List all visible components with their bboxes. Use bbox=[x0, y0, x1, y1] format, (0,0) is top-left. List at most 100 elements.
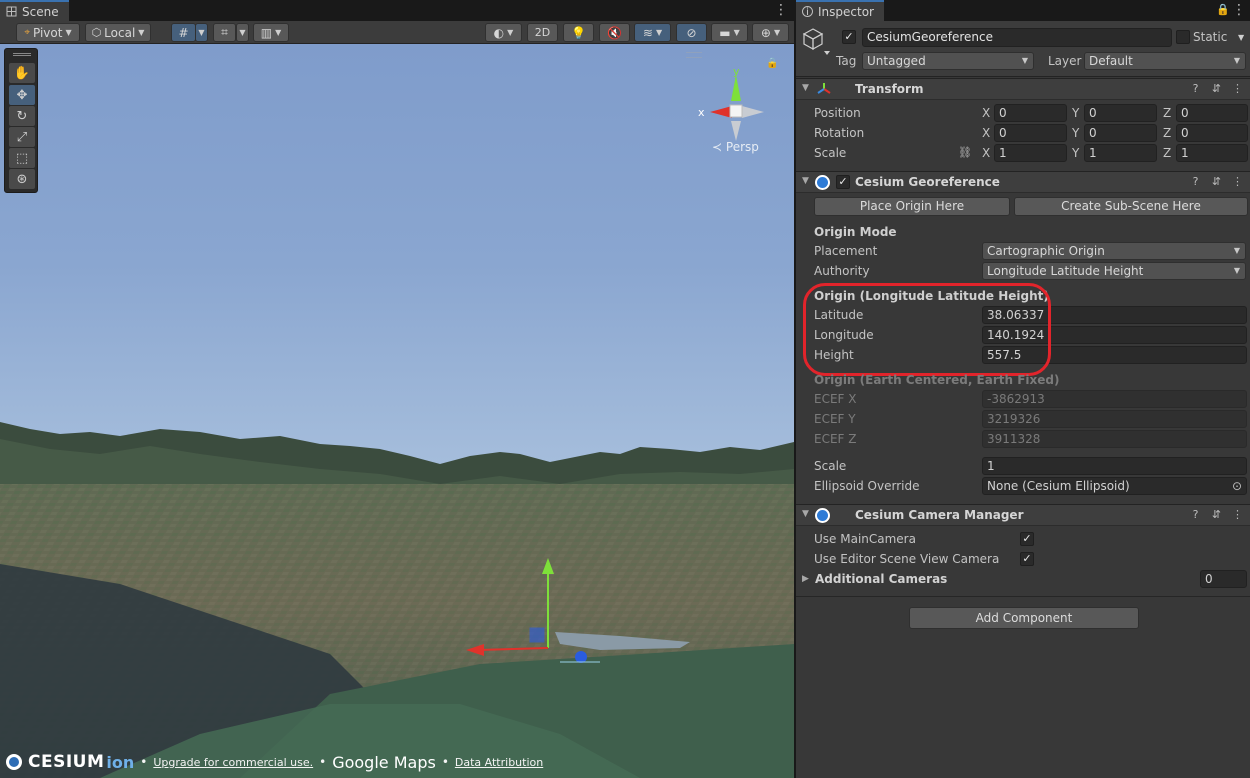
constrain-proportions-link-icon[interactable]: ⛓ bbox=[958, 146, 972, 159]
pivot-dropdown[interactable]: ⌖ Pivot ▼ bbox=[16, 23, 80, 42]
tag-dropdown[interactable]: Untagged ▼ bbox=[862, 52, 1034, 70]
georeference-component-header[interactable]: ▼ ✓ Cesium Georeference ? ⇵ ⋮ bbox=[796, 171, 1250, 193]
use-main-camera-checkbox[interactable]: ✓ bbox=[1020, 532, 1034, 546]
chevron-down-icon: ▼ bbox=[733, 28, 740, 37]
ellipsoid-override-field[interactable]: None (Cesium Ellipsoid) ⊙ bbox=[982, 477, 1247, 495]
gizmo-neg-y-cone[interactable] bbox=[731, 121, 741, 141]
grid-visibility-dropdown[interactable]: ▥ ▼ bbox=[253, 23, 289, 42]
component-menu-icon[interactable]: ⋮ bbox=[1231, 175, 1244, 189]
tab-scene[interactable]: Scene bbox=[0, 0, 69, 21]
placement-dropdown[interactable]: Cartographic Origin ▼ bbox=[982, 242, 1246, 260]
lock-icon[interactable]: 🔒 bbox=[1216, 3, 1230, 18]
inspector-options-menu-icon[interactable]: ⋮ bbox=[1232, 3, 1246, 18]
rotation-y-field[interactable]: 0 bbox=[1084, 124, 1157, 142]
use-editor-camera-checkbox[interactable]: ✓ bbox=[1020, 552, 1034, 566]
game-object-active-checkbox[interactable]: ✓ bbox=[842, 30, 856, 44]
transform-component-header[interactable]: ▼ Transform ? ⇵ ⋮ bbox=[796, 78, 1250, 100]
position-z-field[interactable]: 0 bbox=[1176, 104, 1248, 122]
increment-snap-dropdown[interactable]: ▼ bbox=[236, 23, 249, 42]
scale-y-field[interactable]: 1 bbox=[1084, 144, 1157, 162]
chevron-down-icon: ▼ bbox=[65, 28, 72, 37]
foldout-arrow-icon[interactable]: ▼ bbox=[802, 509, 809, 519]
gizmos-dropdown[interactable]: ⊕ ▼ bbox=[752, 23, 789, 42]
lighting-toggle[interactable]: 💡 bbox=[563, 23, 594, 42]
camera-manager-title: Cesium Camera Manager bbox=[855, 508, 1024, 522]
game-object-cube-icon[interactable] bbox=[802, 27, 830, 57]
add-component-button[interactable]: Add Component bbox=[909, 607, 1139, 629]
tab-inspector[interactable]: i Inspector bbox=[796, 0, 884, 21]
georeference-scale-label: Scale bbox=[814, 459, 847, 473]
foldout-arrow-icon[interactable]: ▼ bbox=[802, 176, 809, 186]
camera-manager-component-header[interactable]: ▼ Cesium Camera Manager ? ⇵ ⋮ bbox=[796, 504, 1250, 526]
scale-z-field[interactable]: 1 bbox=[1176, 144, 1248, 162]
upgrade-link[interactable]: Upgrade for commercial use. bbox=[153, 756, 313, 769]
camera-settings-dropdown[interactable]: ▬ ▼ bbox=[711, 23, 748, 42]
additional-cameras-label[interactable]: Additional Cameras bbox=[815, 572, 947, 586]
scene-options-menu-icon[interactable]: ⋮ bbox=[774, 3, 788, 18]
preset-sliders-icon[interactable]: ⇵ bbox=[1210, 82, 1223, 96]
separator-dot: • bbox=[441, 755, 449, 769]
preset-sliders-icon[interactable]: ⇵ bbox=[1210, 508, 1223, 522]
latitude-label: Latitude bbox=[814, 308, 864, 322]
foldout-arrow-icon[interactable]: ▼ bbox=[802, 83, 809, 93]
gizmo-center-cube[interactable] bbox=[729, 104, 743, 118]
help-icon[interactable]: ? bbox=[1189, 82, 1202, 96]
gizmo-x-cone[interactable] bbox=[710, 106, 732, 118]
component-menu-icon[interactable]: ⋮ bbox=[1231, 508, 1244, 522]
authority-label: Authority bbox=[814, 264, 870, 278]
georeference-enabled-checkbox[interactable]: ✓ bbox=[836, 175, 850, 189]
shading-mode-dropdown[interactable]: ◐ ▼ bbox=[485, 23, 522, 42]
authority-dropdown[interactable]: Longitude Latitude Height ▼ bbox=[982, 262, 1246, 280]
help-icon[interactable]: ? bbox=[1189, 175, 1202, 189]
palette-drag-handle[interactable] bbox=[13, 53, 31, 56]
create-sub-scene-here-button[interactable]: Create Sub-Scene Here bbox=[1014, 197, 1248, 216]
height-field[interactable]: 557.5 bbox=[982, 346, 1247, 364]
gizmo-neg-x-cone[interactable] bbox=[742, 106, 764, 118]
ecef-x-field: -3862913 bbox=[982, 390, 1247, 408]
increment-snap-toggle[interactable]: ⌗ bbox=[213, 23, 236, 42]
game-object-header: ✓ CesiumGeoreference Static ▼ Tag Untagg… bbox=[796, 21, 1250, 77]
scale-x-field[interactable]: 1 bbox=[994, 144, 1067, 162]
object-picker-icon[interactable]: ⊙ bbox=[1232, 478, 1242, 494]
help-icon[interactable]: ? bbox=[1189, 508, 1202, 522]
static-checkbox[interactable] bbox=[1176, 30, 1190, 44]
toggle-2d-button[interactable]: 2D bbox=[527, 23, 558, 42]
rotation-z-field[interactable]: 0 bbox=[1176, 124, 1248, 142]
cesium-logo-mark-icon bbox=[6, 754, 22, 770]
gizmo-y-cone[interactable] bbox=[731, 75, 741, 101]
grid-snap-toggle[interactable]: # bbox=[171, 23, 196, 42]
scene-viewport[interactable]: ✋ ✥ ↻ ⤢ ⬚ ⊛ 🔒 y x ≺ Persp bbox=[0, 44, 794, 778]
inspector-tab-label: Inspector bbox=[818, 4, 874, 19]
transform-tool-button[interactable]: ⊛ bbox=[9, 169, 35, 189]
longitude-field[interactable]: 140.1924 bbox=[982, 326, 1247, 344]
grid-snap-dropdown[interactable]: ▼ bbox=[195, 23, 208, 42]
placement-label: Placement bbox=[814, 244, 878, 258]
rotation-x-field[interactable]: 0 bbox=[994, 124, 1067, 142]
effects-dropdown[interactable]: ≋ ▼ bbox=[634, 23, 671, 42]
place-origin-here-button[interactable]: Place Origin Here bbox=[814, 197, 1010, 216]
georeference-scale-field[interactable]: 1 bbox=[982, 457, 1247, 475]
rect-tool-button[interactable]: ⬚ bbox=[9, 148, 35, 168]
component-menu-icon[interactable]: ⋮ bbox=[1231, 82, 1244, 96]
additional-cameras-count-field[interactable]: 0 bbox=[1200, 570, 1247, 588]
game-object-name-field[interactable]: CesiumGeoreference bbox=[862, 28, 1172, 47]
hand-tool-button[interactable]: ✋ bbox=[9, 63, 35, 83]
latitude-field[interactable]: 38.06337 bbox=[982, 306, 1247, 324]
layer-dropdown[interactable]: Default ▼ bbox=[1084, 52, 1246, 70]
preset-sliders-icon[interactable]: ⇵ bbox=[1210, 175, 1223, 189]
move-tool-button[interactable]: ✥ bbox=[9, 85, 35, 105]
projection-label: Persp bbox=[725, 140, 759, 154]
gizmo-y-label: y bbox=[733, 65, 740, 78]
rotate-tool-button[interactable]: ↻ bbox=[9, 106, 35, 126]
data-attribution-link[interactable]: Data Attribution bbox=[455, 756, 543, 769]
foldout-arrow-icon[interactable]: ▶ bbox=[802, 574, 809, 584]
scale-tool-button[interactable]: ⤢ bbox=[9, 127, 35, 147]
projection-toggle[interactable]: ≺ Persp bbox=[712, 140, 759, 154]
audio-toggle[interactable]: 🔇 bbox=[599, 23, 630, 42]
position-y-field[interactable]: 0 bbox=[1084, 104, 1157, 122]
local-dropdown[interactable]: ⬡ Local ▼ bbox=[85, 23, 151, 42]
hidden-objects-toggle[interactable]: ⊘ bbox=[676, 23, 707, 42]
static-dropdown-chevron-icon[interactable]: ▼ bbox=[1238, 33, 1244, 42]
axis-y-label: Y bbox=[1072, 106, 1080, 120]
position-x-field[interactable]: 0 bbox=[994, 104, 1067, 122]
